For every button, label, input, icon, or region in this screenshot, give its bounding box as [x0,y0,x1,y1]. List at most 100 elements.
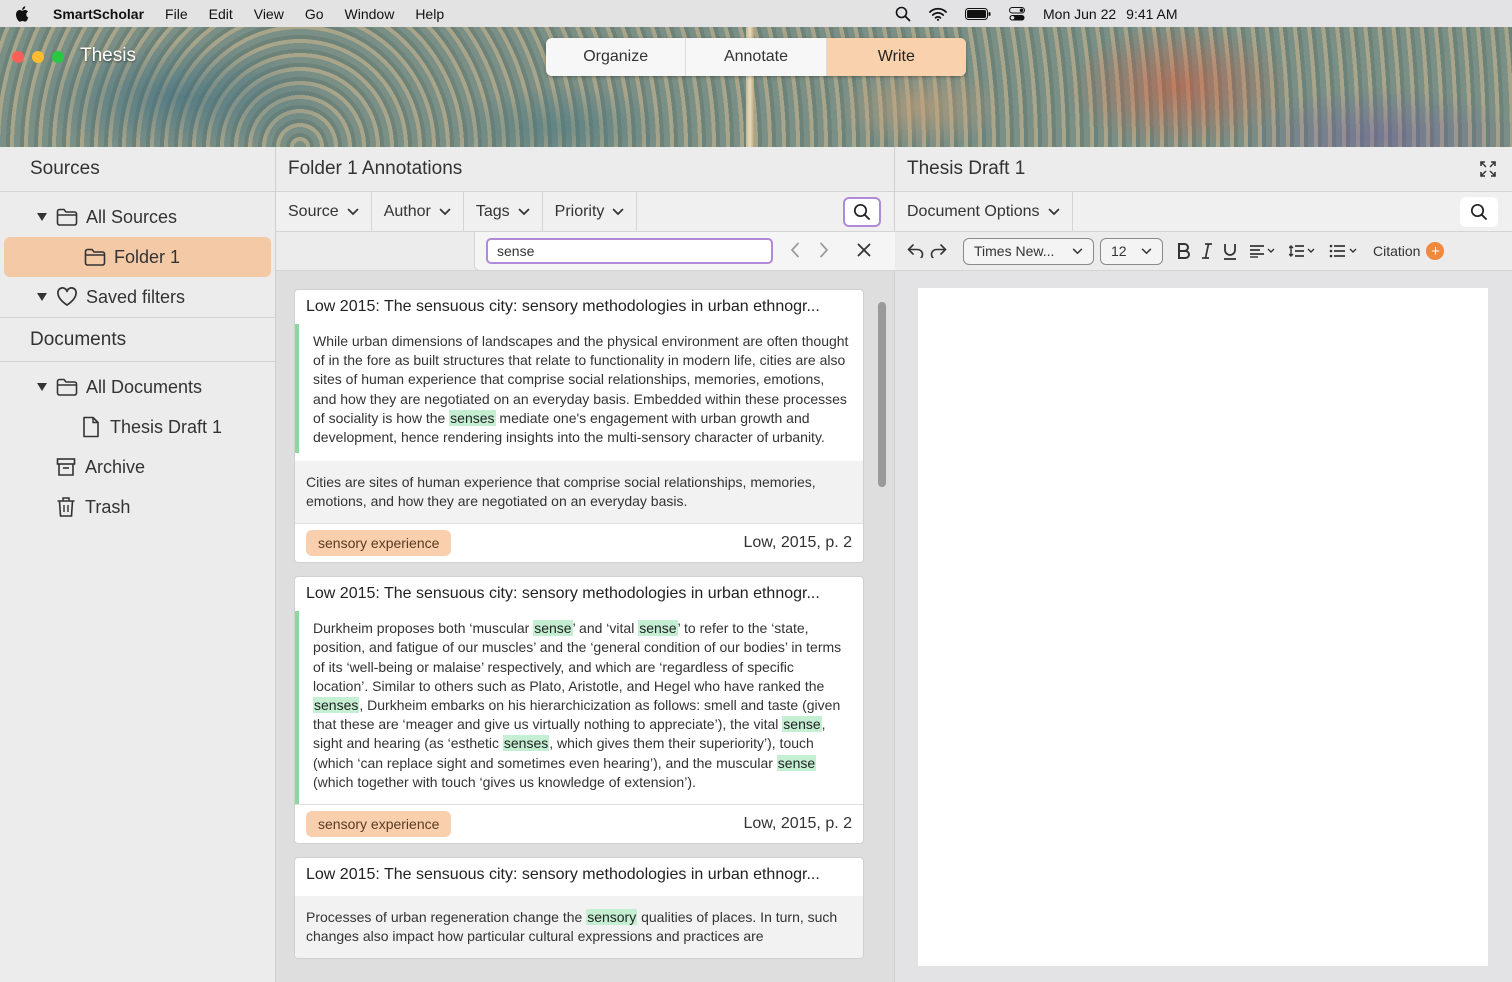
chevron-left-icon[interactable] [790,242,800,263]
document-search-button[interactable] [1460,197,1498,227]
line-spacing-icon[interactable] [1289,244,1315,258]
align-left-icon[interactable] [1249,244,1275,258]
sidebar-item-trash[interactable]: Trash [0,487,275,527]
close-icon[interactable] [857,243,871,262]
apple-icon[interactable] [15,5,29,22]
annotation-note: Processes of urban regeneration change t… [295,896,863,959]
annotation-filter-bar: Source Author Tags Priority [276,191,894,232]
annotation-source-title: Low 2015: The sensuous city: sensory met… [306,585,820,603]
chevron-down-icon [1141,248,1152,254]
filter-source-dropdown[interactable]: Source [276,191,372,232]
mode-switcher: Organize Annotate Write [546,38,966,76]
document-page-canvas[interactable] [918,288,1488,966]
font-family-dropdown[interactable]: Times New... [963,237,1094,265]
sidebar-item-all-sources[interactable]: All Sources [0,197,275,237]
font-size-dropdown[interactable]: 12 [1100,237,1163,265]
window-header: Thesis Organize Annotate Write [0,27,1512,147]
filter-priority-dropdown[interactable]: Priority [543,191,638,232]
menubar-time[interactable]: 9:41 AM [1126,6,1177,22]
sidebar-item-label: Trash [85,496,131,517]
filter-author-dropdown[interactable]: Author [372,191,464,232]
menu-bar: SmartScholar File Edit View Go Window He… [0,0,1512,27]
annotation-card[interactable]: Low 2015: The sensuous city: sensory met… [294,576,864,845]
bold-icon[interactable] [1177,243,1191,259]
annotations-title: Folder 1 Annotations [276,147,894,192]
italic-icon[interactable] [1201,243,1213,259]
chevron-down-icon [518,208,529,215]
font-size-value: 12 [1111,243,1127,259]
menu-help[interactable]: Help [415,6,444,22]
window-title: Thesis [80,45,136,66]
menu-window[interactable]: Window [345,6,395,22]
annotation-citation: Low, 2015, p. 2 [743,815,852,833]
underline-icon[interactable] [1223,243,1237,260]
bullet-list-icon[interactable] [1329,244,1357,258]
annotation-card[interactable]: Low 2015: The sensuous city: sensory met… [294,857,864,960]
tag-chip[interactable]: sensory experience [306,530,452,557]
tag-chip[interactable]: sensory experience [306,811,452,838]
menu-go[interactable]: Go [305,6,324,22]
sources-header: Sources [0,147,275,192]
formatting-toolbar: Times New... 12 Citation + [895,232,1512,271]
sidebar-item-label: Saved filters [86,286,186,307]
filter-tags-dropdown[interactable]: Tags [464,191,543,232]
annotation-citation: Low, 2015, p. 2 [743,534,852,552]
document-title-bar: Thesis Draft 1 [895,147,1512,192]
search-highlight: senses [313,697,360,714]
mode-annotate-tab[interactable]: Annotate [686,38,827,76]
sidebar-item-thesis-draft-1[interactable]: Thesis Draft 1 [0,407,275,447]
folder-icon [56,206,78,228]
menu-file[interactable]: File [165,6,188,22]
mode-write-tab[interactable]: Write [826,38,966,76]
wifi-icon[interactable] [929,7,947,21]
disclosure-triangle-icon[interactable] [36,382,48,392]
redo-icon[interactable] [929,244,947,258]
annotation-quote: While urban dimensions of landscapes and… [295,324,863,454]
find-bar-row [276,231,896,271]
chevron-down-icon [1072,248,1083,254]
mode-organize-tab[interactable]: Organize [546,38,687,76]
documents-header: Documents [0,317,275,362]
menu-edit[interactable]: Edit [209,6,233,22]
app-name-menu[interactable]: SmartScholar [53,6,144,22]
search-highlight: senses [449,409,496,426]
chevron-down-icon [1048,208,1059,215]
spotlight-search-icon[interactable] [895,6,911,22]
document-options-dropdown[interactable]: Document Options [895,191,1073,232]
menubar-date[interactable]: Mon Jun 22 [1043,6,1116,22]
annotation-footer: sensory experience Low, 2015, p. 2 [295,804,863,843]
disclosure-triangle-icon[interactable] [36,292,48,302]
chevron-down-icon [439,208,451,215]
search-highlight: sense [782,716,822,733]
search-highlight: senses [502,735,550,752]
annotations-search-button[interactable] [843,197,881,227]
close-window-button[interactable] [12,51,24,63]
sidebar-item-folder-1[interactable]: Folder 1 [4,237,271,277]
annotation-card[interactable]: Low 2015: The sensuous city: sensory met… [294,289,864,564]
insert-citation-button[interactable]: Citation + [1373,242,1445,260]
undo-icon[interactable] [907,244,925,258]
sidebar-item-archive[interactable]: Archive [0,447,275,487]
annotations-scrollbar[interactable] [878,302,886,487]
folder-icon [56,376,78,398]
archive-icon [55,456,77,478]
expand-icon[interactable] [1480,161,1496,183]
minimize-window-button[interactable] [32,51,44,63]
editor-panel: Thesis Draft 1 Document Options Times Ne… [895,147,1512,982]
annotation-list: Low 2015: The sensuous city: sensory met… [294,289,864,972]
find-input[interactable] [486,238,773,264]
sidebar-item-label: Archive [85,456,146,477]
sidebar-item-saved-filters[interactable]: Saved filters [0,277,275,317]
zoom-window-button[interactable] [52,51,64,63]
disclosure-triangle-icon[interactable] [36,212,48,222]
chevron-right-icon[interactable] [819,242,829,263]
traffic-lights [12,51,64,63]
chevron-down-icon [347,208,359,215]
sidebar-item-label: Folder 1 [114,246,181,267]
menu-view[interactable]: View [254,6,284,22]
document-title: Thesis Draft 1 [907,158,1026,179]
sidebar-item-all-documents[interactable]: All Documents [0,367,275,407]
chevron-down-icon [613,208,624,215]
battery-icon[interactable] [965,7,991,20]
control-center-icon[interactable] [1009,6,1025,21]
